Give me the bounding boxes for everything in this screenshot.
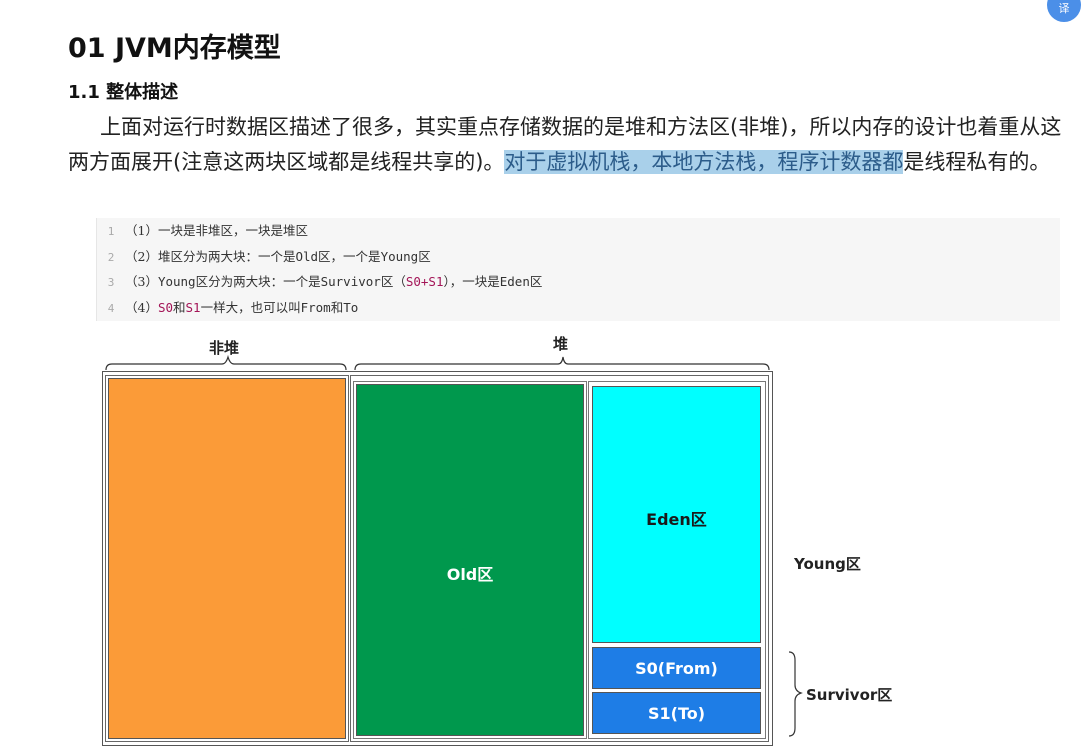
eden-label: Eden区 bbox=[646, 510, 707, 529]
young-label: Young区 bbox=[794, 555, 861, 573]
s1-block: S1(To) bbox=[592, 692, 761, 734]
s0-block: S0(From) bbox=[592, 647, 761, 689]
eden-block: Eden区 bbox=[592, 386, 761, 643]
nonheap-brace bbox=[105, 354, 347, 371]
survivor-label: Survivor区 bbox=[806, 686, 893, 704]
old-block: Old区 bbox=[356, 384, 584, 736]
heap-brace bbox=[354, 356, 770, 371]
s1-label: S1(To) bbox=[647, 704, 706, 723]
old-label: Old区 bbox=[446, 565, 494, 584]
s0-label: S0(From) bbox=[635, 659, 718, 678]
nonheap-block bbox=[108, 378, 346, 739]
survivor-brace bbox=[788, 651, 803, 737]
